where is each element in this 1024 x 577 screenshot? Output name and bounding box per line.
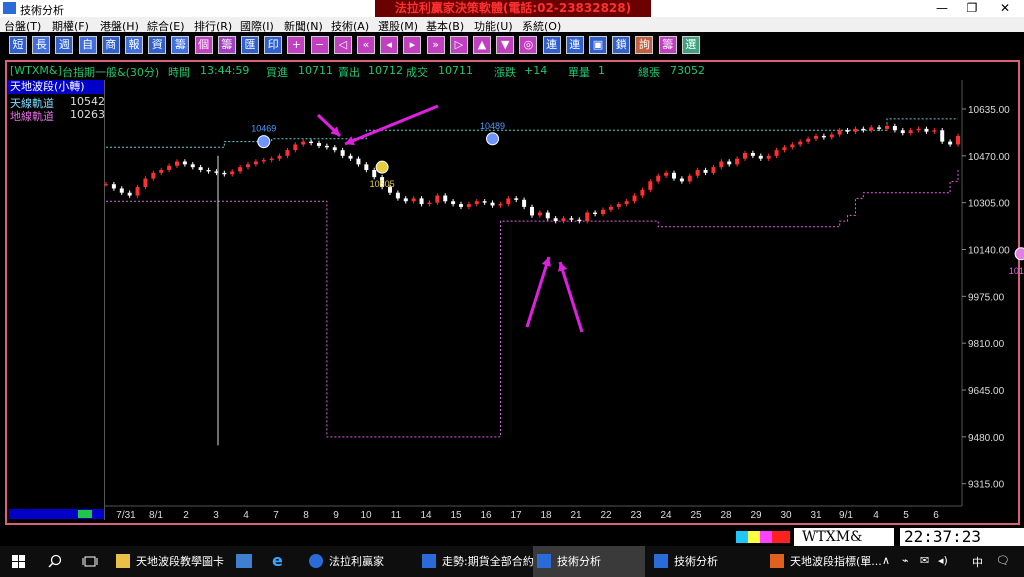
taskbar-item[interactable]: 走勢:期貨全部合約 bbox=[418, 546, 534, 577]
volume-value: 1 bbox=[598, 64, 605, 77]
title-bar: 技術分析 法拉利贏家決策軟體(電話:02-23832828) — ❐ ✕ bbox=[0, 0, 1024, 17]
window-title: 技術分析 bbox=[20, 4, 64, 17]
indicator-title[interactable]: 天地波段(小轉) bbox=[8, 80, 104, 94]
notification-icon[interactable]: 🗨 bbox=[996, 554, 1010, 567]
status-bar: WTXM& 22:37:23 bbox=[0, 528, 1024, 546]
color-swatch bbox=[748, 531, 760, 543]
search-icon[interactable] bbox=[48, 554, 62, 568]
chart-app-icon bbox=[422, 554, 436, 568]
toolbar-button-6[interactable]: 資 bbox=[148, 36, 167, 54]
ask-value: 10712 bbox=[368, 64, 403, 77]
status-symbol: WTXM& bbox=[794, 528, 894, 546]
toolbar-button-4[interactable]: 商 bbox=[101, 36, 120, 54]
product-name: 台指期一般&(30分) bbox=[62, 66, 160, 79]
ask-label: 賣出 bbox=[338, 66, 360, 79]
toolbar-button-26[interactable]: 鎖 bbox=[612, 36, 631, 54]
symbol-code: [WTXM&] bbox=[10, 64, 62, 77]
minimize-button[interactable]: — bbox=[927, 0, 957, 17]
volume-icon[interactable]: ◂) bbox=[938, 554, 948, 567]
toolbar-button-3[interactable]: 自 bbox=[78, 36, 97, 54]
color-swatch bbox=[736, 531, 748, 543]
time-value: 13:44:59 bbox=[200, 64, 250, 77]
taskbar-item[interactable]: 天地波段教學圖卡 bbox=[112, 546, 230, 577]
toolbar-button-8[interactable]: 個 bbox=[194, 36, 213, 54]
toolbar-button-9[interactable]: 籌 bbox=[217, 36, 236, 54]
toolbar-button-12[interactable]: + bbox=[287, 36, 306, 54]
taskbar-item[interactable]: 技術分析 bbox=[650, 546, 762, 577]
toolbar-button-5[interactable]: 報 bbox=[125, 36, 143, 54]
last-label: 成交 bbox=[406, 66, 428, 79]
toolbar-button-25[interactable]: ▣ bbox=[589, 36, 607, 54]
network-icon[interactable]: ⌁ bbox=[902, 554, 909, 567]
total-label: 總張 bbox=[638, 66, 660, 79]
toolbar-button-0[interactable]: 短 bbox=[9, 36, 27, 54]
folder-icon bbox=[116, 554, 130, 568]
taskbar-item[interactable]: 天地波段指標(單... bbox=[766, 546, 882, 577]
change-value: +14 bbox=[524, 64, 548, 77]
last-value: 10711 bbox=[438, 64, 473, 77]
lower-track-value: 10263 bbox=[70, 108, 105, 121]
task-view-icon[interactable] bbox=[82, 555, 98, 568]
browser-icon[interactable]: e bbox=[272, 553, 288, 569]
toolbar-button-11[interactable]: 印 bbox=[264, 36, 283, 54]
toolbar-button-13[interactable]: − bbox=[310, 36, 329, 54]
color-swatch bbox=[760, 531, 772, 543]
toolbar-button-24[interactable]: 連 bbox=[565, 36, 584, 54]
toolbar-button-2[interactable]: 週 bbox=[55, 36, 74, 54]
indicator-legend: 天地波段(小轉) 天線軌道 10542 地線軌道 10263 bbox=[8, 80, 105, 520]
toolbar-button-18[interactable]: » bbox=[426, 36, 445, 54]
toolbar-button-22[interactable]: ◎ bbox=[519, 36, 538, 54]
chart-frame bbox=[5, 60, 1020, 525]
toolbar-button-17[interactable]: ▸ bbox=[403, 36, 422, 54]
taskbar-item-active[interactable]: 技術分析 bbox=[533, 546, 645, 577]
maximize-button[interactable]: ❐ bbox=[957, 0, 987, 17]
chart-app-icon bbox=[654, 554, 668, 568]
toolbar-button-7[interactable]: 籌 bbox=[171, 36, 190, 54]
volume-label: 單量 bbox=[568, 66, 590, 79]
toolbar-button-28[interactable]: 籌 bbox=[658, 36, 677, 54]
tray-chevron-icon[interactable]: ∧ bbox=[882, 554, 890, 567]
document-icon bbox=[770, 554, 784, 568]
quote-info-bar: [WTXM&] 台指期一般&(30分) 時間 13:44:59 買進 10711… bbox=[10, 64, 1015, 79]
change-label: 漲跌 bbox=[494, 66, 516, 79]
chart-app-icon bbox=[537, 554, 551, 568]
status-clock: 22:37:23 bbox=[900, 528, 1024, 546]
toolbar-button-29[interactable]: 選 bbox=[681, 36, 700, 54]
bid-value: 10711 bbox=[298, 64, 333, 77]
toolbar-button-16[interactable]: ◂ bbox=[380, 36, 399, 54]
ime-indicator[interactable]: 中 bbox=[972, 554, 983, 570]
start-icon[interactable] bbox=[12, 555, 25, 568]
color-swatch bbox=[772, 531, 790, 543]
close-button[interactable]: ✕ bbox=[990, 0, 1020, 17]
toolbar-button-15[interactable]: « bbox=[357, 36, 375, 54]
toolbar-button-21[interactable]: ▼ bbox=[496, 36, 515, 54]
toolbar-button-23[interactable]: 連 bbox=[542, 36, 561, 54]
toolbar-button-1[interactable]: 長 bbox=[32, 36, 51, 54]
app-icon bbox=[309, 554, 323, 568]
menu-bar: 台盤(T) 期權(F) 港盤(H) 綜合(E) 排行(R) 國際(I) 新聞(N… bbox=[0, 17, 1024, 33]
computer-icon[interactable] bbox=[236, 554, 252, 568]
toolbar-button-19[interactable]: ▷ bbox=[449, 36, 468, 54]
taskbar-item[interactable]: 法拉利贏家 bbox=[305, 546, 413, 577]
total-value: 73052 bbox=[670, 64, 705, 77]
vendor-banner: 法拉利贏家決策軟體(電話:02-23832828) bbox=[375, 0, 651, 17]
mail-icon[interactable]: ✉ bbox=[920, 554, 929, 567]
bid-label: 買進 bbox=[266, 66, 288, 79]
time-label: 時間 bbox=[168, 66, 190, 79]
toolbar-button-10[interactable]: 匯 bbox=[241, 36, 259, 54]
toolbar-button-27[interactable]: 詢 bbox=[635, 36, 654, 54]
toolbar-button-14[interactable]: ◁ bbox=[333, 36, 352, 54]
toolbar-button-20[interactable]: ▲ bbox=[473, 36, 491, 54]
upper-track-value: 10542 bbox=[70, 95, 105, 108]
app-icon bbox=[3, 2, 16, 14]
taskbar: 天地波段教學圖卡 e 法拉利贏家 走勢:期貨全部合約 技術分析 技術分析 天地波… bbox=[0, 546, 1024, 577]
